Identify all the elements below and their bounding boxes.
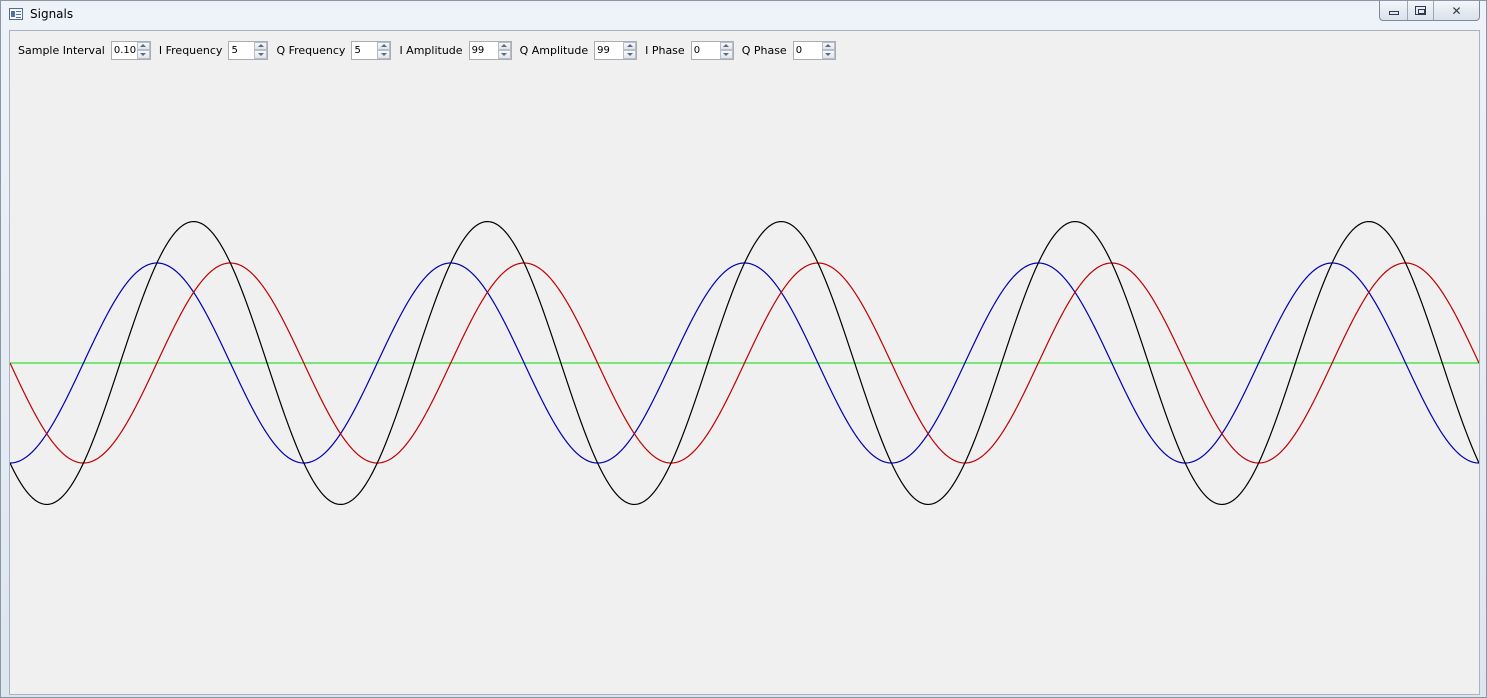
- i-amplitude-spinbox[interactable]: 99: [468, 40, 512, 60]
- spin-down-button[interactable]: [719, 50, 733, 59]
- q-frequency-value[interactable]: 5: [354, 45, 360, 56]
- sample-interval-label: Sample Interval: [18, 43, 105, 57]
- window-frame: Signals ✕ Sample Interval 0.10 I Frequen…: [0, 0, 1487, 698]
- maximize-icon: [1415, 6, 1426, 15]
- q-amplitude-value[interactable]: 99: [597, 45, 610, 56]
- chevron-up-icon: [723, 44, 730, 48]
- spin-up-button[interactable]: [821, 41, 835, 50]
- q-amplitude-label: Q Amplitude: [519, 43, 589, 57]
- spin-up-button[interactable]: [136, 41, 150, 50]
- chevron-up-icon: [257, 44, 264, 48]
- spin-down-button[interactable]: [136, 50, 150, 59]
- close-button[interactable]: ✕: [1433, 1, 1479, 20]
- signal-controls-toolbar: Sample Interval 0.10 I Frequency 5 Q Fre…: [18, 40, 844, 60]
- spin-up-button[interactable]: [623, 41, 637, 50]
- spin-down-button[interactable]: [377, 50, 391, 59]
- minimize-button[interactable]: [1380, 1, 1407, 20]
- close-icon: ✕: [1451, 3, 1462, 18]
- q-amplitude-spinbox[interactable]: 99: [594, 40, 638, 60]
- signal-plot-svg: [10, 220, 1479, 506]
- spin-down-button[interactable]: [254, 50, 268, 59]
- spin-up-button[interactable]: [497, 41, 511, 50]
- i-phase-spinbox[interactable]: 0: [690, 40, 734, 60]
- i-amplitude-label: I Amplitude: [399, 43, 463, 57]
- spin-up-button[interactable]: [254, 41, 268, 50]
- q-frequency-label: Q Frequency: [276, 43, 346, 57]
- spin-down-button[interactable]: [821, 50, 835, 59]
- chevron-down-icon: [380, 52, 387, 56]
- minimize-icon: [1388, 11, 1399, 15]
- q-phase-value[interactable]: 0: [796, 45, 802, 56]
- chevron-down-icon: [825, 52, 832, 56]
- chevron-up-icon: [825, 44, 832, 48]
- q-phase-spinbox[interactable]: 0: [792, 40, 836, 60]
- sample-interval-spinbox[interactable]: 0.10: [110, 40, 151, 60]
- i-phase-value[interactable]: 0: [694, 45, 700, 56]
- title-bar[interactable]: Signals ✕: [1, 1, 1487, 29]
- app-window-icon[interactable]: [9, 8, 23, 20]
- spin-up-button[interactable]: [719, 41, 733, 50]
- chevron-up-icon: [501, 44, 508, 48]
- chevron-down-icon: [723, 52, 730, 56]
- signal-plot: [10, 71, 1479, 694]
- caption-buttons: ✕: [1379, 1, 1480, 21]
- i-phase-label: I Phase: [645, 43, 685, 57]
- q-frequency-spinbox[interactable]: 5: [351, 40, 392, 60]
- i-frequency-spinbox[interactable]: 5: [228, 40, 269, 60]
- maximize-button[interactable]: [1407, 1, 1433, 20]
- q-phase-label: Q Phase: [741, 43, 787, 57]
- sample-interval-value[interactable]: 0.10: [114, 45, 136, 56]
- chevron-down-icon: [257, 52, 264, 56]
- i-frequency-label: I Frequency: [158, 43, 223, 57]
- spin-down-button[interactable]: [497, 50, 511, 59]
- window-title: Signals: [30, 7, 74, 21]
- spin-up-button[interactable]: [377, 41, 391, 50]
- chevron-up-icon: [626, 44, 633, 48]
- chevron-up-icon: [380, 44, 387, 48]
- chevron-up-icon: [140, 44, 147, 48]
- chevron-down-icon: [140, 52, 147, 56]
- spin-down-button[interactable]: [623, 50, 637, 59]
- chevron-down-icon: [626, 52, 633, 56]
- client-area: Sample Interval 0.10 I Frequency 5 Q Fre…: [9, 30, 1480, 695]
- i-amplitude-value[interactable]: 99: [472, 45, 485, 56]
- chevron-down-icon: [501, 52, 508, 56]
- i-frequency-value[interactable]: 5: [231, 45, 237, 56]
